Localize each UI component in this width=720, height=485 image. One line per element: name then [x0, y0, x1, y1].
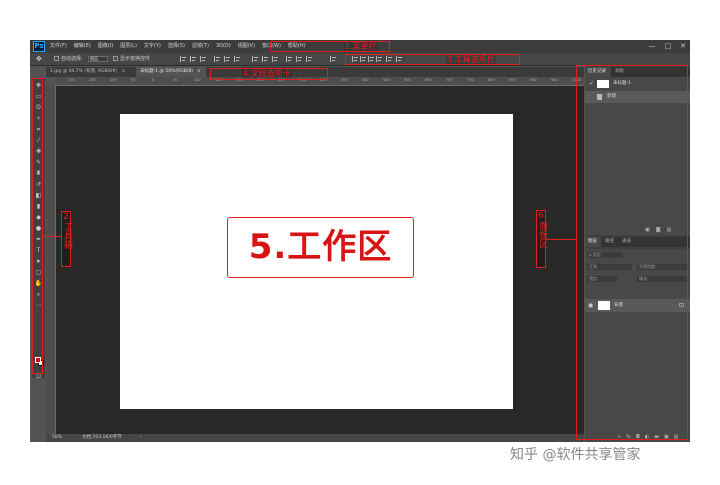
options-bar-annotation: 3.工具选项栏 — [446, 55, 496, 64]
menu-filter[interactable]: 滤镜(T) — [192, 40, 209, 53]
menu-image[interactable]: 图像(I) — [98, 40, 113, 53]
align-icon[interactable] — [200, 56, 206, 62]
align-icon[interactable] — [214, 56, 220, 62]
ruler-tick-label: 500 — [362, 78, 369, 82]
align-icon[interactable] — [286, 56, 292, 62]
align-icon[interactable] — [272, 56, 278, 62]
tab-label: 未标题-1 @ 50%(RGB/8) — [140, 69, 193, 74]
menu-bar-annotation: 1.菜单栏 — [344, 42, 378, 51]
ruler-tick-label: 100 — [194, 78, 201, 82]
toolbox-connector — [43, 236, 61, 237]
minimize-button[interactable]: — — [649, 40, 656, 53]
ruler-tick-label: 150 — [89, 78, 96, 82]
align-icon[interactable] — [224, 56, 230, 62]
toolbox-annotation-text: 工具箱 — [62, 222, 72, 249]
maximize-button[interactable]: □ — [665, 40, 672, 53]
status-arrow-icon[interactable]: › — [140, 434, 142, 442]
auto-select-dropdown[interactable]: 图层 — [88, 56, 108, 62]
ruler-tick-label: 900 — [530, 78, 537, 82]
vertical-ruler — [46, 85, 56, 434]
panels-annotation: 6 面板区 — [536, 210, 547, 268]
ruler-tick-label: 200 — [68, 78, 75, 82]
align-icon[interactable] — [306, 56, 312, 62]
align-icon[interactable] — [296, 56, 302, 62]
align-icon[interactable] — [262, 56, 268, 62]
close-tab-icon[interactable]: × — [197, 69, 201, 74]
ruler-tick-label: 600 — [404, 78, 411, 82]
workspace-annotation: 5.工作区 — [227, 217, 414, 278]
align-icon[interactable] — [180, 56, 186, 62]
align-icon[interactable] — [234, 56, 240, 62]
photoshop-logo: Ps — [33, 41, 45, 52]
window-controls: — □ ✕ — [649, 40, 687, 53]
ruler-tick-label: 850 — [509, 78, 516, 82]
menu-3d[interactable]: 3D(D) — [216, 40, 231, 53]
move-tool-icon[interactable]: ✥ — [36, 53, 42, 65]
toolbox-annotation: 2 工具箱 — [61, 211, 72, 267]
menu-list: 文件(F) 编辑(E) 图像(I) 图层(L) 文字(Y) 选择(S) 滤镜(T… — [50, 40, 306, 53]
ruler-tick-label: 450 — [341, 78, 348, 82]
align-icon[interactable] — [190, 56, 196, 62]
ruler-tick-label: 700 — [446, 78, 453, 82]
panels-connector — [547, 239, 576, 240]
doc-tabs-annotation: 4.文档选项卡 — [242, 69, 292, 78]
ruler-tick-label: 0 — [152, 78, 155, 82]
document-info: 文档:703.1K/0字节 — [82, 435, 122, 440]
align-icon[interactable] — [252, 56, 258, 62]
panels-annotation-number: 6 — [538, 211, 544, 221]
ruler-tick-label: 50 — [173, 78, 178, 82]
tab-document-1[interactable]: 1.jpg @ 44.7% (背景, RGB/8#) × — [46, 67, 134, 77]
ruler-tick-label: 100 — [110, 78, 117, 82]
ruler-tick-label: 50 — [131, 78, 136, 82]
close-tab-icon[interactable]: × — [122, 69, 126, 74]
ruler-tick-label: 650 — [425, 78, 432, 82]
ruler-tick-label: 800 — [488, 78, 495, 82]
toolbox-highlight — [32, 78, 43, 374]
ruler-tick-label: 550 — [383, 78, 390, 82]
transform-controls-label: 显示变换控件 — [120, 56, 151, 62]
menu-file[interactable]: 文件(F) — [50, 40, 67, 53]
menu-edit[interactable]: 编辑(E) — [74, 40, 91, 53]
panels-annotation-text: 面板区 — [537, 221, 547, 248]
close-button[interactable]: ✕ — [680, 40, 686, 53]
status-bar: 50% 文档:703.1K/0字节 › — [46, 434, 584, 442]
zoom-level[interactable]: 50% — [52, 434, 62, 442]
toolbox-annotation-number: 2 — [63, 212, 69, 222]
tab-label: 1.jpg @ 44.7% (背景, RGB/8#) — [50, 69, 118, 74]
menu-layer[interactable]: 图层(L) — [120, 40, 137, 53]
auto-select-checkbox[interactable] — [54, 56, 59, 61]
panels-highlight — [576, 65, 688, 440]
watermark: 知乎 @软件共享管家 — [510, 447, 641, 463]
ruler-tick-label: 950 — [551, 78, 558, 82]
menu-type[interactable]: 文字(Y) — [144, 40, 161, 53]
menu-select[interactable]: 选择(S) — [168, 40, 185, 53]
ruler-tick-label: 750 — [467, 78, 474, 82]
transform-controls-checkbox[interactable] — [113, 56, 118, 61]
align-icon[interactable] — [330, 56, 336, 62]
auto-select-label: 自动选择: — [61, 56, 83, 62]
menu-view[interactable]: 视图(V) — [238, 40, 255, 53]
tab-document-2[interactable]: 未标题-1 @ 50%(RGB/8) × — [136, 67, 206, 77]
